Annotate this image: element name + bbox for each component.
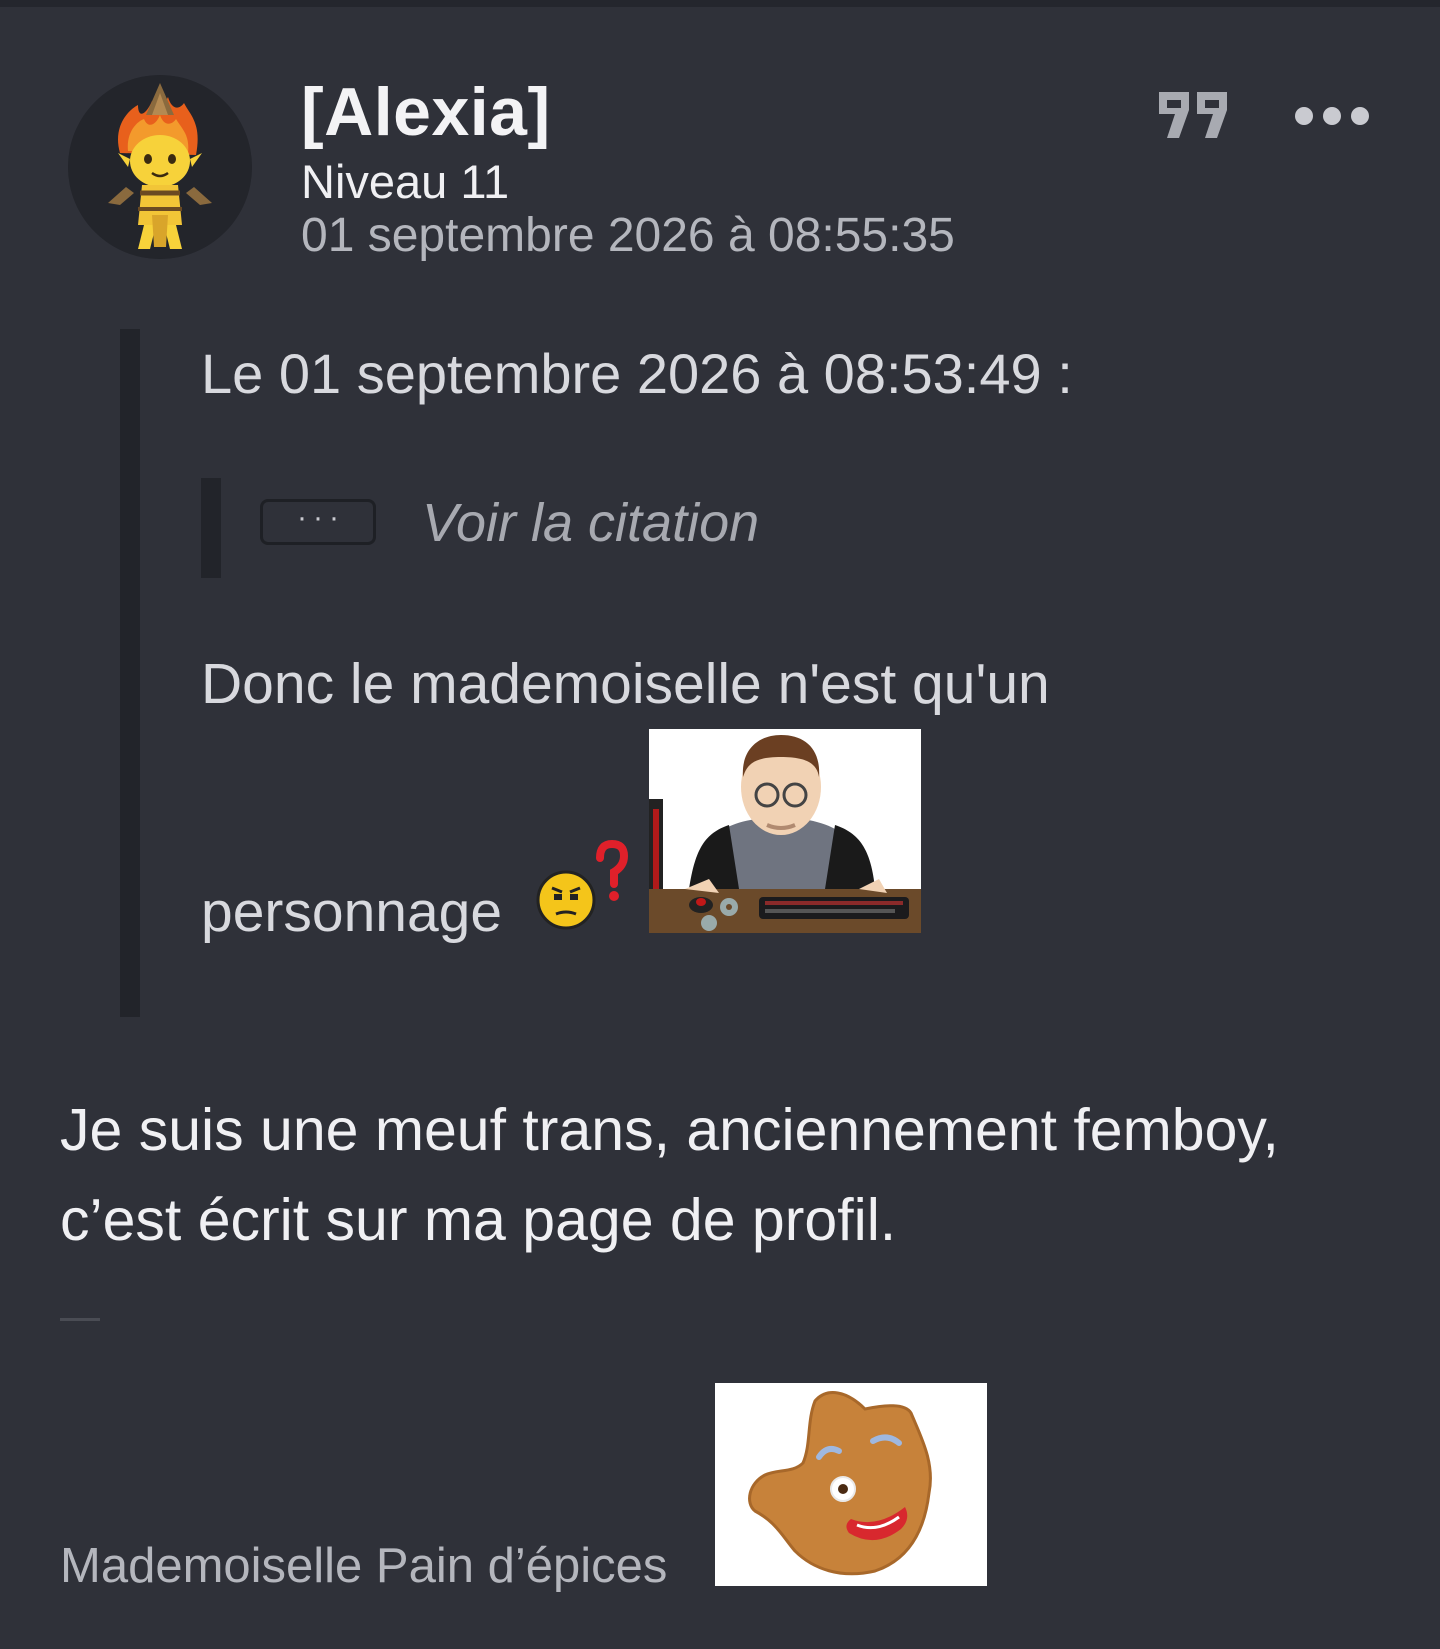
see-quote-link[interactable]: Voir la citation [422, 492, 759, 554]
quote-bar [120, 329, 140, 1017]
expand-quote-dots: ··· [297, 501, 345, 534]
signature-divider [60, 1318, 100, 1321]
post-date[interactable]: 01 septembre 2026 à 08:55:35 [301, 208, 955, 264]
thinking-question-smiley-icon [530, 836, 634, 932]
quote-text-line: Donc le mademoiselle n'est qu'un [201, 652, 1050, 716]
author-name[interactable]: [Alexia] [301, 72, 551, 152]
quote-text-line: personnage [201, 880, 503, 944]
avatar[interactable] [68, 75, 252, 259]
quote-button[interactable] [1155, 88, 1235, 144]
computer-guy-sticker[interactable] [649, 729, 921, 933]
quote-header: Le 01 septembre 2026 à 08:53:49 : [201, 342, 1073, 405]
author-level: Niveau 11 [301, 155, 510, 208]
avatar-character-icon [68, 75, 252, 259]
forum-post: [Alexia] Niveau 11 01 septembre 2026 à 0… [0, 0, 1440, 1649]
reply-text: Je suis une meuf trans, anciennement fem… [60, 1097, 1279, 1253]
more-options-button[interactable] [1294, 96, 1370, 136]
signature-text: Mademoiselle Pain d’épices [60, 1539, 668, 1593]
gingerbread-sticker[interactable] [715, 1383, 987, 1586]
quote-icon [1159, 92, 1227, 138]
nested-quote-bar [201, 478, 221, 578]
more-options-icon [1295, 107, 1369, 125]
expand-quote-button[interactable]: ··· [260, 499, 376, 545]
